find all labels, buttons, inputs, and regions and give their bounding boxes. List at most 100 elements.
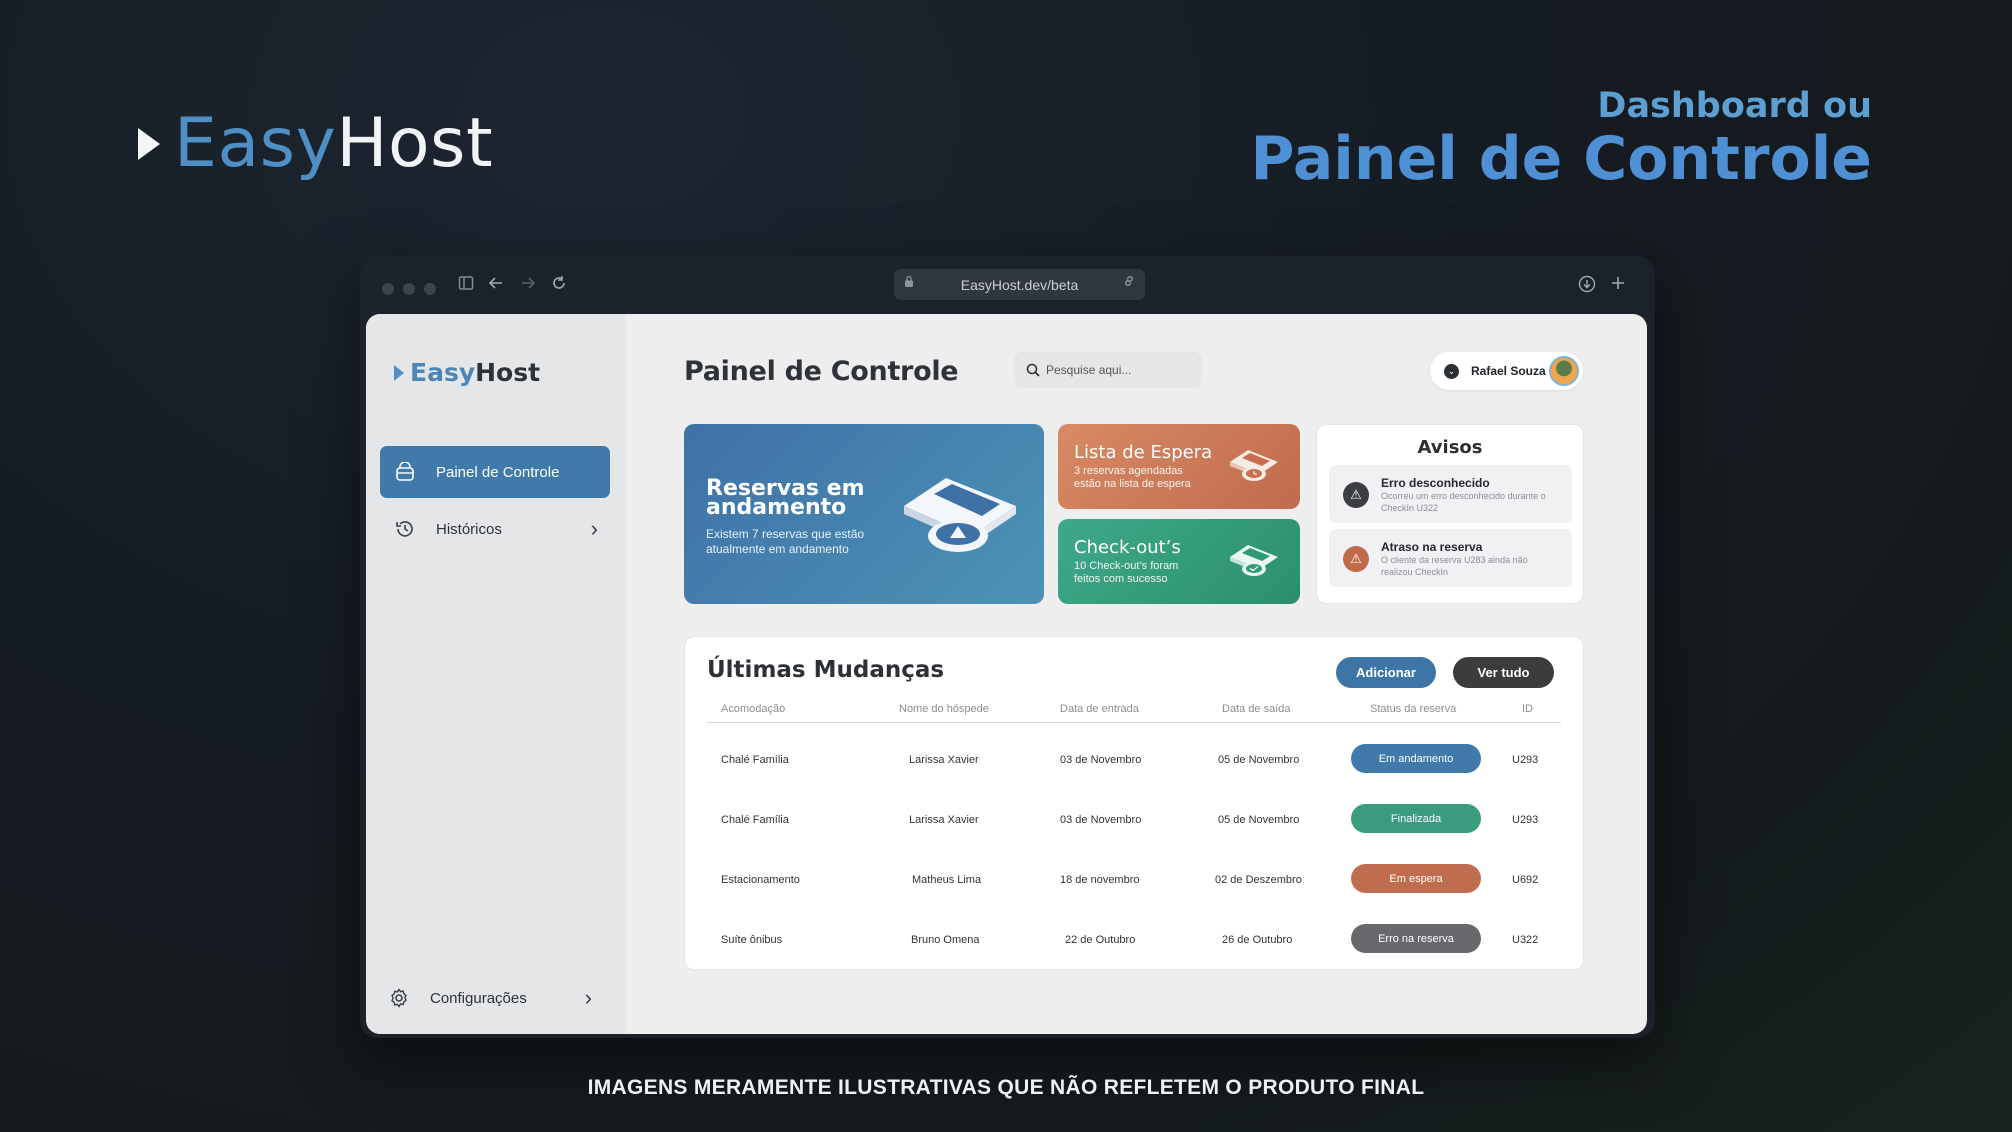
aviso-title: Atraso na reserva [1381, 540, 1483, 554]
table-row[interactable]: Chalé Família Larissa Xavier 03 de Novem… [707, 789, 1561, 849]
bag-icon [396, 462, 414, 481]
warning-icon: ⚠ [1343, 546, 1369, 572]
back-arrow-icon[interactable] [488, 275, 504, 291]
user-menu[interactable]: ⌄ Rafael Souza [1430, 352, 1583, 390]
sidebar-item-configuracoes[interactable]: Configurações › [374, 972, 604, 1024]
play-triangle-icon [138, 127, 160, 160]
forward-arrow-icon[interactable] [520, 275, 536, 291]
sidebar-item-label: Históricos [436, 520, 502, 538]
card-title: Check-out’s [1074, 537, 1181, 558]
search-icon [1026, 363, 1040, 377]
download-icon[interactable] [1578, 275, 1596, 293]
chevron-down-icon: ⌄ [1444, 363, 1459, 379]
page-title: Painel de Controle [684, 356, 959, 387]
sidebar-toggle-icon[interactable] [458, 275, 474, 291]
card-check-outs[interactable]: Check-out’s 10 Check-out’s foram feitos … [1058, 519, 1300, 604]
cell-saida: 26 de Outubro [1222, 934, 1293, 946]
cell-hospede: Bruno Omena [911, 934, 980, 946]
column-header: Data de saída [1222, 703, 1291, 715]
gear-icon [391, 988, 407, 1008]
browser-window: EasyHost.dev/beta EasyHost Painel de Con… [360, 256, 1655, 1038]
aviso-description: Ocorreu um erro desconhecido durante o C… [1381, 491, 1546, 513]
cell-saida: 05 de Novembro [1218, 814, 1300, 826]
link-icon[interactable] [1122, 274, 1136, 288]
sidebar-logo[interactable]: EasyHost [394, 358, 540, 387]
hero-logo-text: EasyHost [174, 104, 494, 183]
sidebar-item-historicos[interactable]: Históricos › [380, 503, 610, 555]
lock-icon [905, 275, 913, 287]
column-header: Status da reserva [1370, 703, 1457, 715]
panel-title: Últimas Mudanças [707, 657, 945, 683]
sidebar-item-painel-de-controle[interactable]: Painel de Controle [380, 446, 610, 498]
column-header: Acomodação [721, 703, 786, 715]
cell-entrada: 03 de Novembro [1060, 754, 1142, 766]
table-row[interactable]: Suíte ônibus Bruno Omena 22 de Outubro 2… [707, 909, 1561, 969]
maximize-window-button[interactable] [424, 283, 436, 295]
chevron-right-icon: › [584, 985, 592, 1010]
column-header: Data de entrada [1060, 703, 1139, 715]
aviso-title: Erro desconhecido [1381, 476, 1490, 490]
window-controls [382, 283, 436, 295]
user-name: Rafael Souza [1471, 364, 1546, 378]
cell-entrada: 03 de Novembro [1060, 814, 1142, 826]
cell-id: U293 [1512, 814, 1539, 826]
ticket-illustration-icon [904, 478, 1016, 552]
new-tab-icon[interactable] [1610, 275, 1626, 291]
card-reservas-em-andamento[interactable]: Reservas em andamento Existem 7 reservas… [684, 424, 1044, 604]
chevron-right-icon: › [590, 516, 598, 541]
hero-logo: EasyHost [138, 104, 493, 183]
aviso-item[interactable]: ⚠ Atraso na reserva O cliente da reserva… [1329, 529, 1572, 587]
cell-acomodacao: Suíte ônibus [721, 934, 783, 946]
sidebar-item-label: Painel de Controle [436, 463, 560, 481]
card-title: Reservas em andamento [706, 476, 865, 520]
status-badge: Finalizada [1351, 804, 1481, 833]
table-row[interactable]: Chalé Família Larissa Xavier 03 de Novem… [707, 729, 1561, 789]
aviso-item[interactable]: ⚠ Erro desconhecido Ocorreu um erro desc… [1329, 465, 1572, 523]
warning-icon: ⚠ [1343, 482, 1369, 508]
close-window-button[interactable] [382, 283, 394, 295]
adicionar-button[interactable]: Adicionar [1336, 657, 1436, 688]
table-header: Acomodação Nome do hóspede Data de entra… [707, 703, 1561, 723]
card-lista-de-espera[interactable]: Lista de Espera 3 reservas agendadas est… [1058, 424, 1300, 509]
cell-id: U293 [1512, 754, 1539, 766]
search-bar[interactable] [1014, 352, 1202, 388]
card-title: Lista de Espera [1074, 442, 1213, 463]
card-description: 3 reservas agendadas estão na lista de e… [1074, 465, 1191, 490]
cell-id: U322 [1512, 934, 1539, 946]
ultimas-mudancas-panel: Últimas Mudanças Adicionar Ver tudo Acom… [684, 636, 1584, 970]
browser-toolbar: EasyHost.dev/beta [360, 256, 1655, 314]
search-input[interactable] [1046, 363, 1186, 377]
app-page: EasyHost Painel de Controle Históricos ›… [366, 314, 1647, 1034]
cell-id: U692 [1512, 874, 1539, 886]
hero-heading: Dashboard ou Painel de Controle [1250, 86, 1872, 192]
cell-acomodacao: Chalé Família [721, 754, 789, 766]
card-description: 10 Check-out’s foram feitos com sucesso [1074, 560, 1179, 585]
cell-entrada: 22 de Outubro [1065, 934, 1136, 946]
address-bar[interactable]: EasyHost.dev/beta [894, 269, 1145, 300]
avisos-title: Avisos [1417, 437, 1483, 458]
history-icon [396, 521, 413, 537]
cell-hospede: Larissa Xavier [909, 754, 979, 766]
cell-acomodacao: Chalé Família [721, 814, 789, 826]
ver-tudo-button[interactable]: Ver tudo [1453, 657, 1554, 688]
cell-saida: 05 de Novembro [1218, 754, 1300, 766]
ticket-clock-icon [1230, 450, 1278, 481]
hero-title: Painel de Controle [1250, 124, 1872, 194]
status-badge: Erro na reserva [1351, 924, 1481, 953]
minimize-window-button[interactable] [403, 283, 415, 295]
aviso-description: O cliente da reserva U283 ainda não real… [1381, 555, 1528, 577]
table-row[interactable]: Estacionamento Matheus Lima 18 de novemb… [707, 849, 1561, 909]
column-header: Nome do hóspede [899, 703, 989, 715]
cell-acomodacao: Estacionamento [721, 874, 800, 886]
card-description: Existem 7 reservas que estão atualmente … [706, 527, 865, 556]
cell-entrada: 18 de novembro [1060, 874, 1140, 886]
disclaimer-text: IMAGENS MERAMENTE ILUSTRATIVAS QUE NÃO R… [587, 1076, 1425, 1099]
sidebar: EasyHost Painel de Controle Históricos ›… [366, 314, 626, 1034]
cell-hospede: Larissa Xavier [909, 814, 979, 826]
column-header: ID [1522, 703, 1533, 715]
reload-icon[interactable] [551, 275, 567, 291]
ticket-check-icon [1230, 545, 1278, 576]
cell-hospede: Matheus Lima [912, 874, 982, 886]
sidebar-item-label: Configurações [430, 989, 527, 1007]
url-text: EasyHost.dev/beta [960, 276, 1079, 293]
